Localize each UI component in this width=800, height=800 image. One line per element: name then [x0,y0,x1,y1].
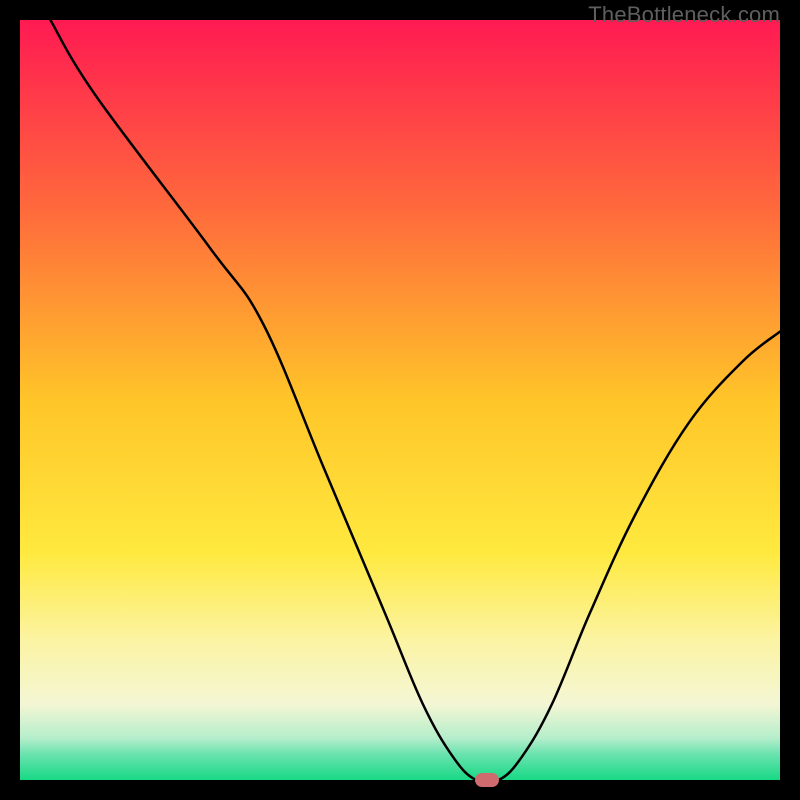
chart-svg [20,20,780,780]
watermark-label: TheBottleneck.com [588,2,780,28]
gradient-background [20,20,780,780]
chart-frame: TheBottleneck.com [0,0,800,800]
optimal-point-marker [475,773,499,787]
plot-area [20,20,780,780]
